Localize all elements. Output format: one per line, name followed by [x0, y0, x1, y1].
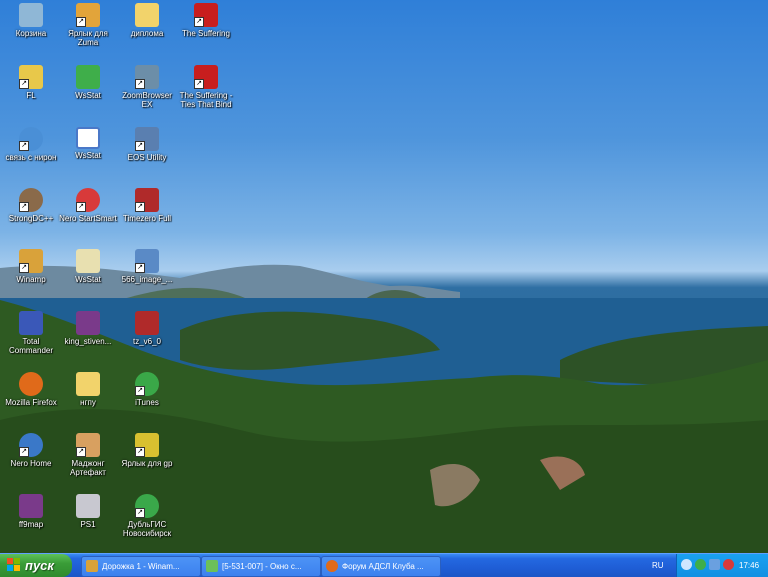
- desktop-icon-wsstat[interactable]: WsStat: [57, 65, 119, 100]
- wsstat-icon: [76, 65, 100, 89]
- desktop-icon-eos-utility[interactable]: ↗ EOS Utility: [116, 127, 178, 162]
- floppy-icon: [19, 311, 43, 335]
- archive-icon: [76, 311, 100, 335]
- gamepad-icon: [76, 494, 100, 518]
- wsstat-tray-icon[interactable]: [695, 559, 706, 570]
- folder-icon: [135, 3, 159, 27]
- dublgis-icon: ↗: [135, 494, 159, 518]
- desktop-icon-wsstat-notes[interactable]: WsStat: [57, 249, 119, 284]
- recycle-bin-icon: [19, 3, 43, 27]
- firefox-icon: [326, 560, 338, 572]
- network-tray-icon[interactable]: [709, 559, 720, 570]
- timezero-icon: ↗: [135, 188, 159, 212]
- firefox-icon: [19, 372, 43, 396]
- desktop-icon-fl[interactable]: ↗ FL: [0, 65, 62, 100]
- taskbar-button-window[interactable]: [5-531-007] - Окно с...: [201, 556, 321, 577]
- desktop-icon-nero-startsmart[interactable]: ↗ Nero StartSmart: [57, 188, 119, 223]
- camera-icon: ↗: [135, 127, 159, 151]
- desktop-icon-itunes[interactable]: ↗ iTunes: [116, 372, 178, 407]
- desktop-icon-zuma[interactable]: ↗ Ярлык для Zuma: [57, 3, 119, 47]
- desktop-icon-tz-v6[interactable]: tz_v6_0: [116, 311, 178, 346]
- image-file-icon: ↗: [135, 249, 159, 273]
- clock[interactable]: 17:46: [739, 554, 759, 577]
- nero-home-icon: ↗: [19, 433, 43, 457]
- desktop-icon-gp[interactable]: ↗ Ярлык для gp: [116, 433, 178, 468]
- nero-icon: ↗: [76, 188, 100, 212]
- desktop-icon-timezero-full[interactable]: ↗ Timezero Full: [116, 188, 178, 223]
- desktop-icon-ff9map[interactable]: ff9map: [0, 494, 62, 529]
- desktop-icon-ps1[interactable]: PS1: [57, 494, 119, 529]
- desktop-icon-the-suffering-ties[interactable]: ↗ The Suffering - Ties That Bind: [175, 65, 237, 109]
- notepad-icon: [76, 249, 100, 273]
- network-connection-icon: ↗: [19, 127, 43, 151]
- desktop-icon-ngpu-folder[interactable]: нгпу: [57, 372, 119, 407]
- timezero-icon: [135, 311, 159, 335]
- desktop-icon-wsstat-window[interactable]: WsStat: [57, 127, 119, 160]
- desktop-icon-strongdc[interactable]: ↗ StrongDC++: [0, 188, 62, 223]
- desktop-icon-winamp[interactable]: ↗ Winamp: [0, 249, 62, 284]
- security-tray-icon[interactable]: [723, 559, 734, 570]
- system-tray: 17:46: [676, 554, 768, 577]
- window-icon: [76, 127, 100, 149]
- fl-studio-icon: ↗: [19, 65, 43, 89]
- riddick-game-icon: ↗: [194, 65, 218, 89]
- desktop-icon-nero-home[interactable]: ↗ Nero Home: [0, 433, 62, 468]
- strongdc-icon: ↗: [19, 188, 43, 212]
- desktop-icon-recycle-bin[interactable]: Корзина: [0, 3, 62, 38]
- desktop-icon-diploma-folder[interactable]: диплома: [116, 3, 178, 38]
- zuma-icon: ↗: [76, 3, 100, 27]
- itunes-icon: ↗: [135, 372, 159, 396]
- desktop-icon-network-connection[interactable]: ↗ связь с нирон: [0, 127, 62, 162]
- desktop-icon-mozilla-firefox[interactable]: Mozilla Firefox: [0, 372, 62, 407]
- riddick-game-icon: ↗: [194, 3, 218, 27]
- archive-icon: [19, 494, 43, 518]
- start-button[interactable]: пуск: [0, 554, 72, 577]
- taskbar-button-firefox[interactable]: Форум АДСЛ Клуба ...: [321, 556, 441, 577]
- desktop-icon-mahjong[interactable]: ↗ Маджонг Артефакт: [57, 433, 119, 477]
- folder-icon: [76, 372, 100, 396]
- back-arrow-icon[interactable]: [681, 559, 692, 570]
- taskbar: пуск Дорожка 1 - Winam... [5-531-007] - …: [0, 553, 768, 577]
- desktop-icon-total-commander[interactable]: Total Commander: [0, 311, 62, 355]
- desktop-icon-king-stiven[interactable]: king_stiven...: [57, 311, 119, 346]
- desktop-icon-566-image[interactable]: ↗ 566_image_...: [116, 249, 178, 284]
- winamp-icon: ↗: [19, 249, 43, 273]
- zoombrowser-icon: ↗: [135, 65, 159, 89]
- mahjong-icon: ↗: [76, 433, 100, 457]
- desktop-icon-dublgis[interactable]: ↗ ДубльГИС Новосибирск: [116, 494, 178, 538]
- language-indicator[interactable]: RU: [652, 554, 664, 577]
- taskbar-button-winamp[interactable]: Дорожка 1 - Winam...: [81, 556, 201, 577]
- gp-icon: ↗: [135, 433, 159, 457]
- windows-flag-icon: [7, 558, 20, 571]
- app-window-icon: [206, 560, 218, 572]
- desktop-icon-the-suffering[interactable]: ↗ The Suffering: [175, 3, 237, 38]
- desktop-icon-zoombrowser[interactable]: ↗ ZoomBrowser EX: [116, 65, 178, 109]
- winamp-icon: [86, 560, 98, 572]
- start-label: пуск: [25, 558, 54, 573]
